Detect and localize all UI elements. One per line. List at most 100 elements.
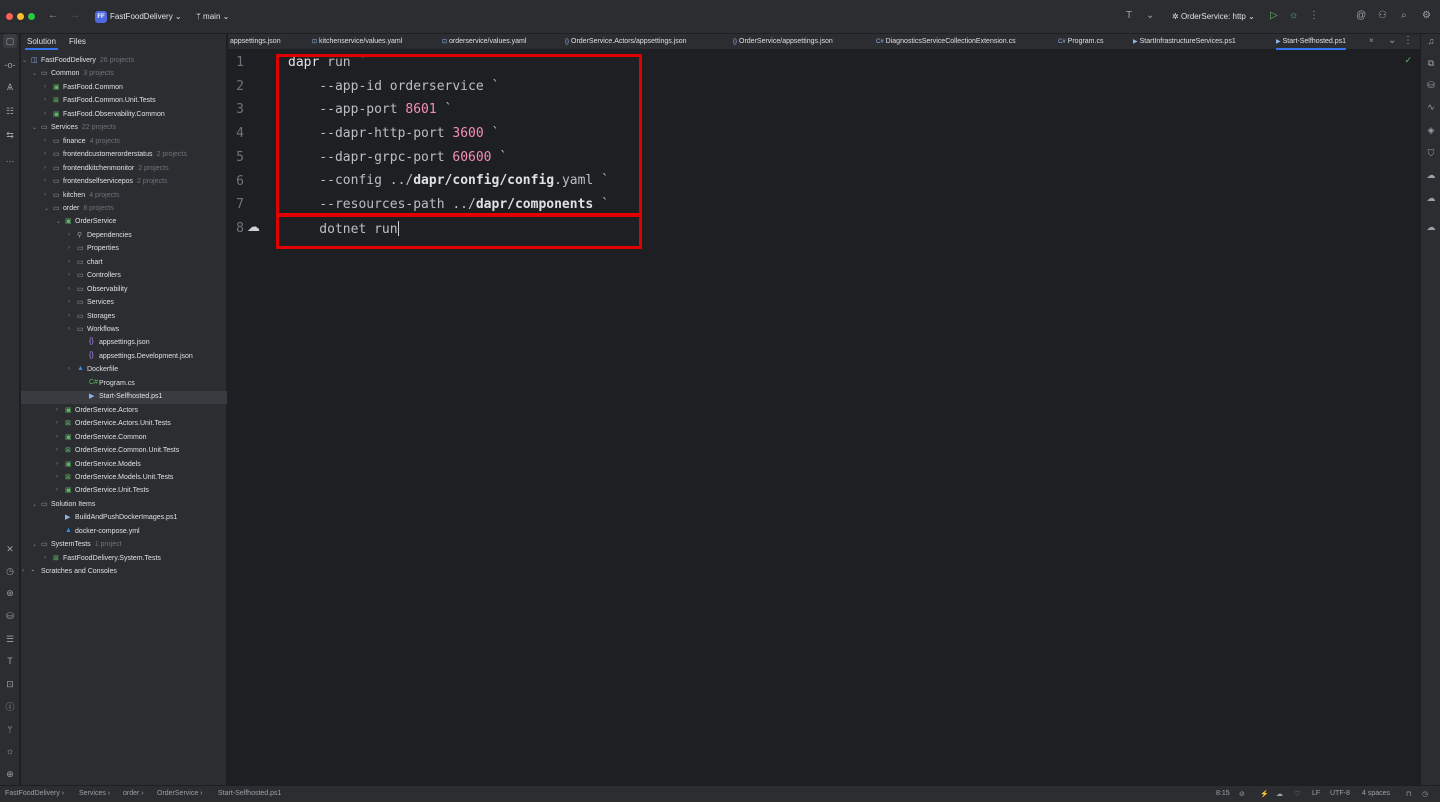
lock-icon[interactable]: ⊓ [1406,790,1411,798]
breadcrumb-item[interactable]: Start-Selfhosted.ps1 [218,790,281,797]
chevron-icon[interactable]: ⌄ [32,501,37,508]
chevron-icon[interactable]: › [44,111,46,117]
chevron-icon[interactable]: › [56,407,58,413]
chevron-icon[interactable]: › [44,97,46,103]
breadcrumb-item[interactable]: FastFoodDelivery › [5,790,64,797]
diamond-icon[interactable]: ◈ [1424,123,1438,137]
tree-item[interactable]: ⌄ ▭ SystemTests 1 project [21,539,227,552]
tree-item[interactable]: › ▣ OrderService.Actors [21,405,227,418]
chevron-icon[interactable]: ⌄ [32,70,37,77]
tree-item[interactable]: › ▭ frontendkitchenmonitor 2 projects [21,163,227,176]
database-icon[interactable]: ⛁ [1424,78,1438,92]
tree-item[interactable]: › ▭ Controllers [21,270,227,283]
chevron-icon[interactable]: › [68,286,70,292]
tree-item[interactable]: › ⊠ OrderService.Common.Unit.Tests [21,445,227,458]
tree-item[interactable]: ⌄ ▭ Common 3 projects [21,68,227,81]
chevron-icon[interactable]: › [68,232,70,238]
tree-item[interactable]: › ▭ kitchen 4 projects [21,190,227,203]
debug-tool-icon[interactable]: ☼ [3,744,17,758]
branch-switcher[interactable]: ᛘ main ⌄ [196,12,229,21]
copilot-icon[interactable]: ⧉ [1424,56,1438,70]
editor-tab[interactable]: ⊡ kitchenservice/values.yaml [312,34,402,50]
editor-tab[interactable]: ▶ StartInfrastructureServices.ps1 [1133,34,1236,50]
tree-item[interactable]: › ⊠ OrderService.Actors.Unit.Tests [21,418,227,431]
more-icon[interactable]: ⋮ [1309,10,1319,21]
tree-item[interactable]: {} appsettings.json [21,337,227,350]
line-ending[interactable]: LF [1312,790,1320,797]
ai-assistant-icon[interactable]: @ [1356,10,1366,21]
ai-icon[interactable]: ☁ [1424,168,1438,182]
tree-item[interactable]: › ▲ Dockerfile [21,364,227,377]
chevron-icon[interactable]: › [44,192,46,198]
chevron-icon[interactable]: › [44,151,46,157]
zoom-window-button[interactable] [28,13,35,20]
tree-item[interactable]: › ▭ chart [21,257,227,270]
tree-item[interactable]: {} appsettings.Development.json [21,351,227,364]
tree-item[interactable]: › ⊠ FastFood.Common.Unit.Tests [21,95,227,108]
chevron-icon[interactable]: ⌄ [32,124,37,131]
caret-position[interactable]: 8:15 [1216,790,1230,797]
project-folder-icon[interactable]: ▢ [3,34,17,48]
chevron-icon[interactable]: › [56,434,58,440]
tree-item[interactable]: › ⊠ FastFoodDelivery.System.Tests [21,553,227,566]
chevron-icon[interactable]: › [68,366,70,372]
copilot-status-icon[interactable]: ⊘ [1239,790,1245,798]
nuget-icon[interactable]: Ѧ [3,80,17,94]
chevron-icon[interactable]: › [22,568,24,574]
breadcrumb-item[interactable]: order › [123,790,144,797]
database-icon[interactable]: ⛁ [3,609,17,623]
chevron-icon[interactable]: › [44,555,46,561]
more-tools-icon[interactable]: … [3,152,17,166]
terminal-icon[interactable]: ⊡ [3,677,17,691]
chevron-icon[interactable]: › [68,313,70,319]
tree-item[interactable]: › ⁃ Scratches and Consoles [21,566,227,579]
tree-item[interactable]: › ▭ frontendselfservicepos 2 projects [21,176,227,189]
tree-item[interactable]: › ▣ OrderService.Unit.Tests [21,485,227,498]
chevron-icon[interactable]: › [56,420,58,426]
ai-status-icon[interactable]: ☁ [1276,790,1283,798]
tree-item[interactable]: › ▭ finance 4 projects [21,136,227,149]
run-icon[interactable]: ▷ [1270,10,1278,21]
structure-icon[interactable]: ☷ [3,104,17,118]
back-arrow-icon[interactable]: ← [48,10,58,21]
tree-item[interactable]: › ▣ FastFood.Observability.Common [21,109,227,122]
chevron-icon[interactable]: › [68,272,70,278]
chevron-icon[interactable]: › [56,447,58,453]
tree-item[interactable]: ⌄ ◫ FastFoodDelivery 26 projects [21,55,227,68]
editor-tab[interactable]: ⊡ orderservice/values.yaml [442,34,526,50]
search-icon[interactable]: ⌕ [1401,10,1407,21]
project-switcher[interactable]: FastFoodDelivery ⌄ [110,12,182,21]
tree-item[interactable]: ⌄ ▭ Services 22 projects [21,122,227,135]
todo-list-icon[interactable]: ☰ [3,632,17,646]
code-editor[interactable]: 12345678 ☁ dapr run ` --app-id orderserv… [228,51,1420,785]
tab-solution[interactable]: Solution [25,37,58,50]
editor-tab[interactable]: {} OrderService/appsettings.json [733,34,833,50]
indent-setting[interactable]: 4 spaces [1362,790,1390,797]
chevron-icon[interactable]: › [56,487,58,493]
ai-assistant-gutter-icon[interactable]: ☁ [247,219,260,235]
chevron-icon[interactable]: › [56,461,58,467]
chevron-icon[interactable]: › [68,245,70,251]
tree-item[interactable]: › ⚲ Dependencies [21,230,227,243]
hammer-icon[interactable]: T [3,654,17,668]
file-encoding[interactable]: UTF-8 [1330,790,1350,797]
close-tab-icon[interactable]: × [1369,36,1374,45]
chevron-icon[interactable]: ⌄ [56,218,61,225]
tree-item[interactable]: › ▭ frontendcustomerorderstatus 2 projects [21,149,227,162]
problems-icon[interactable]: ⓘ [3,700,17,714]
shield-icon[interactable]: ⛉ [1424,146,1438,160]
tree-item[interactable]: › ▭ Storages [21,311,227,324]
forward-arrow-icon[interactable]: → [70,10,80,21]
chevron-icon[interactable]: › [44,165,46,171]
commit-icon[interactable]: -o- [3,58,17,72]
minimize-window-button[interactable] [17,13,24,20]
close-window-button[interactable] [6,13,13,20]
services-icon[interactable]: ⊛ [3,586,17,600]
tree-item[interactable]: › ▭ Services [21,297,227,310]
chevron-icon[interactable]: › [56,474,58,480]
editor-tab[interactable]: ▶ Start-Selfhosted.ps1 [1276,34,1347,50]
settings-gear-icon[interactable]: ⚙ [1422,10,1431,21]
chevron-icon[interactable]: ⌄ [22,57,27,64]
build-hammer-icon[interactable]: T [1126,10,1132,21]
breadcrumb-item[interactable]: OrderService › [157,790,203,797]
